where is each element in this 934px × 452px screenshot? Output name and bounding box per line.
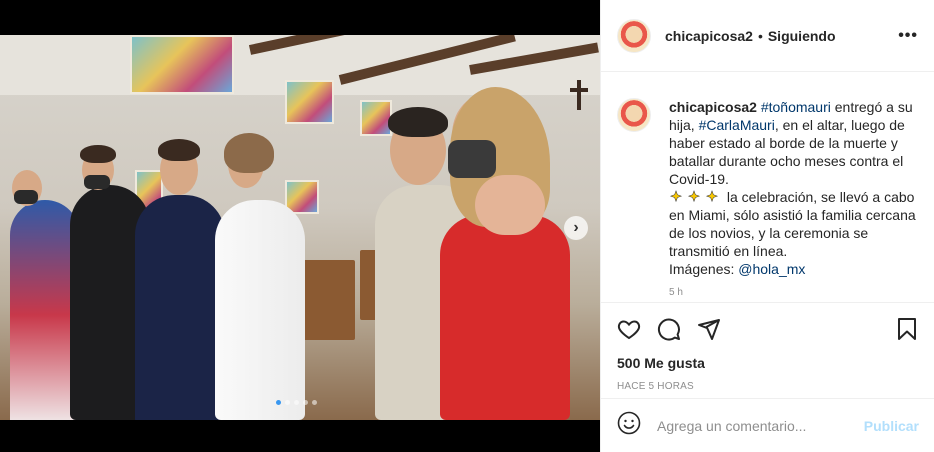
separator-dot: • xyxy=(757,27,763,44)
hashtag-link[interactable]: #toñomauri xyxy=(761,99,831,115)
carousel-dot xyxy=(276,400,281,405)
caption-username[interactable]: chicapicosa2 xyxy=(669,99,757,115)
carousel-next-button[interactable]: › xyxy=(564,216,588,240)
stained-glass-window xyxy=(130,35,234,94)
carousel-dot xyxy=(303,400,308,405)
face-mask xyxy=(84,175,110,189)
heart-icon[interactable] xyxy=(617,317,641,341)
guest-hair xyxy=(80,145,116,163)
post-header: chicapicosa2 • Siguiendo ••• xyxy=(601,0,934,72)
more-options-icon[interactable]: ••• xyxy=(898,27,918,45)
woman-red-dress xyxy=(440,215,570,420)
bride xyxy=(215,200,305,420)
chevron-right-icon: › xyxy=(573,219,579,236)
following-button[interactable]: Siguiendo xyxy=(768,28,836,44)
carousel-dot xyxy=(285,400,290,405)
carousel-dot xyxy=(294,400,299,405)
mention-link[interactable]: @hola_mx xyxy=(738,261,805,277)
altar-cross xyxy=(570,88,588,92)
face-mask xyxy=(448,140,496,178)
post-username[interactable]: chicapicosa2 xyxy=(665,28,753,44)
comment-section: Publicar xyxy=(601,398,934,452)
post-media: › xyxy=(0,0,600,452)
groom xyxy=(135,195,225,420)
actions-section: 500 Me gusta HACE 5 HORAS xyxy=(601,302,934,398)
caption-text: chicapicosa2 #toñomauri entregó a su hij… xyxy=(669,98,919,302)
bookmark-icon[interactable] xyxy=(895,317,919,341)
caption-row: chicapicosa2 #toñomauri entregó a su hij… xyxy=(617,98,919,302)
stained-glass-window xyxy=(285,80,334,124)
likes-count[interactable]: 500 Me gusta xyxy=(617,355,919,371)
comment-input[interactable] xyxy=(655,416,859,435)
publish-button[interactable]: Publicar xyxy=(864,418,919,434)
groom-hair xyxy=(158,139,200,161)
avatar[interactable] xyxy=(617,98,651,132)
carousel-indicator xyxy=(276,400,317,405)
post-timestamp[interactable]: HACE 5 HORAS xyxy=(617,381,919,392)
caption-time: 5 h xyxy=(669,287,683,298)
church-pew xyxy=(300,260,355,340)
carousel-dot xyxy=(312,400,317,405)
share-icon[interactable] xyxy=(697,317,721,341)
woman-shoulder xyxy=(475,175,545,235)
stained-glass-window xyxy=(360,100,392,136)
sparkles-icon xyxy=(669,189,727,205)
father-hair xyxy=(388,107,448,137)
altar-cross xyxy=(577,80,581,110)
post-side-panel: chicapicosa2 • Siguiendo ••• chicapicosa… xyxy=(600,0,934,452)
action-icons xyxy=(617,315,919,343)
comment-icon[interactable] xyxy=(657,317,681,341)
emoji-smile-icon[interactable] xyxy=(617,411,641,440)
face-mask xyxy=(14,190,38,204)
wedding-photo xyxy=(0,35,600,420)
caption-section: chicapicosa2 #toñomauri entregó a su hij… xyxy=(601,72,934,302)
avatar[interactable] xyxy=(617,18,651,53)
hashtag-link[interactable]: #CarlaMauri xyxy=(699,117,775,133)
images-credit-label: Imágenes: xyxy=(669,261,739,277)
bride-hair xyxy=(224,133,274,173)
